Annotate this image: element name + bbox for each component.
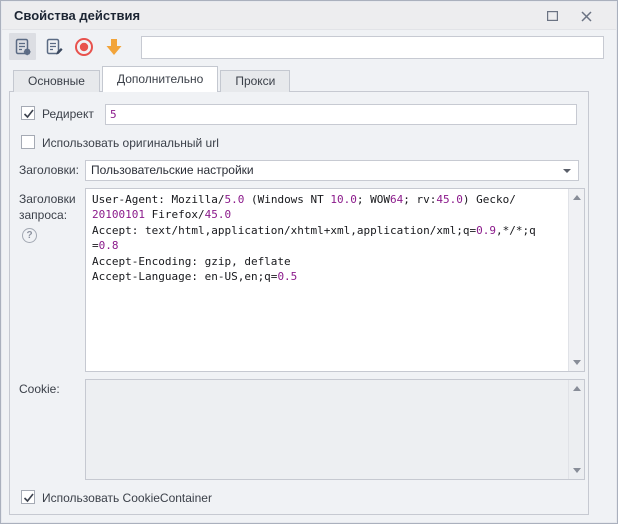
redirect-checkbox[interactable] [21, 106, 35, 120]
scroll-down-icon[interactable] [569, 355, 585, 370]
document-edit-icon [44, 37, 64, 57]
download-button[interactable] [100, 33, 127, 60]
tab-dopolnitelno[interactable]: Дополнительно [102, 66, 218, 92]
checkmark-icon [22, 107, 36, 121]
tab-proksi[interactable]: Прокси [220, 70, 290, 92]
cookie-text [86, 380, 568, 479]
document-gear-icon [13, 37, 33, 57]
request-headers-text: User-Agent: Mozilla/5.0 (Windows NT 10.0… [86, 189, 568, 371]
action-properties-window: Свойства действия [0, 0, 618, 524]
request-headers-label: Заголовки запроса: [19, 191, 83, 223]
cookie-label: Cookie: [19, 382, 60, 396]
toolbar [2, 30, 616, 64]
cookie-textarea[interactable] [85, 379, 585, 480]
checkmark-icon [22, 491, 36, 505]
action-edit-button[interactable] [40, 33, 67, 60]
tab-osnovnye[interactable]: Основные [13, 70, 100, 92]
headers-select[interactable]: Пользовательские настройки [85, 160, 579, 181]
chevron-down-icon [563, 169, 571, 173]
window-title: Свойства действия [14, 2, 140, 30]
use-original-url-label: Использовать оригинальный url [42, 136, 219, 150]
headers-selected-value: Пользовательские настройки [91, 163, 254, 177]
tab-strip: Основные Дополнительно Прокси [13, 66, 292, 92]
scroll-down-icon[interactable] [569, 463, 585, 478]
help-icon[interactable]: ? [22, 228, 37, 243]
use-cookie-container-checkbox[interactable] [21, 490, 35, 504]
headers-label: Заголовки: [19, 163, 79, 177]
close-icon [581, 11, 592, 22]
titlebar: Свойства действия [2, 2, 616, 30]
maximize-icon [547, 11, 558, 21]
down-arrow-icon [104, 37, 124, 57]
request-headers-textarea[interactable]: User-Agent: Mozilla/5.0 (Windows NT 10.0… [85, 188, 585, 372]
use-original-url-checkbox[interactable] [21, 135, 35, 149]
record-button[interactable] [70, 33, 97, 60]
close-button[interactable] [574, 6, 598, 26]
redirect-label: Редирект [42, 107, 94, 121]
record-icon [74, 37, 94, 57]
scroll-up-icon[interactable] [569, 381, 585, 396]
scroll-up-icon[interactable] [569, 190, 585, 205]
maximize-button[interactable] [540, 6, 564, 26]
cookie-scrollbar[interactable] [568, 380, 584, 479]
toolbar-input[interactable] [141, 36, 604, 59]
use-cookie-container-label: Использовать CookieContainer [42, 491, 212, 505]
action-settings-button[interactable] [9, 33, 36, 60]
request-headers-scrollbar[interactable] [568, 189, 584, 371]
redirect-count-input[interactable]: 5 [105, 104, 577, 125]
